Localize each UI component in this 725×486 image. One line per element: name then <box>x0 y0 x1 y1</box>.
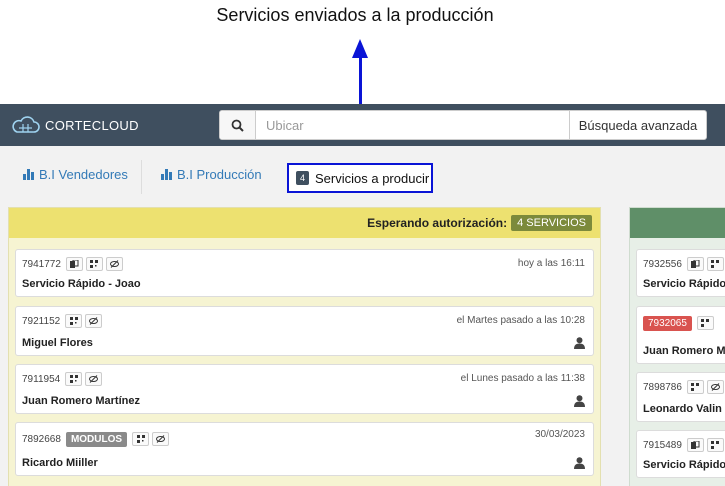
card-header: 7932065 <box>643 315 717 331</box>
tab-label: B.I Vendedores <box>39 166 128 182</box>
tab-servicios-a-producir[interactable]: 4 Servicios a producir <box>287 163 433 193</box>
card-client-name: Leonardo Valin <box>643 403 722 415</box>
column-title: Esperando autorización: <box>367 216 508 230</box>
card-header: 7921152 <box>22 313 105 329</box>
card-header: 7898786 <box>643 379 725 395</box>
service-card[interactable]: 7898786 Leonardo Valin <box>636 372 725 422</box>
card-id-red-badge: 7932065 <box>643 315 692 331</box>
column-waiting-authorization: Esperando autorización: 4 SERVICIOS 7941… <box>8 207 601 486</box>
service-card[interactable]: 7932065 Juan Romero M <box>636 306 725 364</box>
qr-icon[interactable] <box>686 380 704 394</box>
search-group: Búsqueda avanzada <box>219 110 707 140</box>
card-header: 7892668 MODULOS <box>22 431 172 447</box>
qr-icon[interactable] <box>85 257 103 271</box>
tab-label: Servicios a producir <box>315 170 430 186</box>
tab-label: B.I Producción <box>177 166 262 182</box>
card-id: 7892668 <box>22 433 61 445</box>
navbar: CORTECLOUD Búsqueda avanzada <box>0 104 725 146</box>
service-card[interactable]: 7915489 Servicio Rápido <box>636 430 725 478</box>
service-card[interactable]: 7932556 Servicio Rápido <box>636 249 725 297</box>
card-id: 7941772 <box>22 258 61 270</box>
app-window: CORTECLOUD Búsqueda avanzada <box>0 104 725 486</box>
qr-icon[interactable] <box>696 316 714 330</box>
copy-icon[interactable] <box>686 438 704 452</box>
search-icon-button[interactable] <box>220 111 256 139</box>
card-time: el Lunes pasado a las 11:38 <box>460 373 585 384</box>
search-input[interactable] <box>256 111 569 139</box>
card-header: 7915489 <box>643 437 725 453</box>
card-header: 7911954 <box>22 371 105 387</box>
card-id: 7921152 <box>22 315 61 327</box>
tab-divider <box>141 160 142 194</box>
user-icon <box>574 457 585 469</box>
eye-slash-icon[interactable] <box>706 380 724 394</box>
card-client-name: Servicio Rápido <box>643 459 725 471</box>
card-client-name: Servicio Rápido <box>643 278 725 290</box>
card-client-name: Juan Romero Martínez <box>22 395 140 407</box>
card-id: 7911954 <box>22 373 61 385</box>
card-id: 7932556 <box>643 258 682 270</box>
eye-slash-icon[interactable] <box>105 257 123 271</box>
bar-chart-icon <box>161 168 172 180</box>
modules-badge: MODULOS <box>65 431 128 447</box>
cloud-icon <box>12 116 40 133</box>
eye-slash-icon[interactable] <box>85 314 103 328</box>
user-icon <box>574 395 585 407</box>
column-second: 7932556 Servicio Rápido 7932065 Juan Rom… <box>629 207 725 486</box>
column-header <box>630 208 725 238</box>
qr-icon[interactable] <box>132 432 150 446</box>
logo[interactable]: CORTECLOUD <box>10 114 139 136</box>
card-client-name: Servicio Rápido - Joao <box>22 278 141 290</box>
tab-bi-produccion[interactable]: B.I Producción <box>161 164 262 184</box>
copy-icon[interactable] <box>686 257 704 271</box>
card-id: 7898786 <box>643 381 682 393</box>
copy-icon[interactable] <box>65 257 83 271</box>
qr-icon[interactable] <box>65 314 83 328</box>
eye-slash-icon[interactable] <box>152 432 170 446</box>
card-time: hoy a las 16:11 <box>517 258 585 269</box>
card-client-name: Juan Romero M <box>643 345 725 357</box>
card-header: 7932556 <box>643 256 725 272</box>
card-client-name: Ricardo Miiller <box>22 457 98 469</box>
service-card[interactable]: 7911954 el Lunes pasado a las 11:38 Juan… <box>15 364 594 414</box>
service-card[interactable]: 7941772 hoy a las 16:11 Servicio Rápido … <box>15 249 594 297</box>
qr-icon[interactable] <box>706 257 724 271</box>
tab-bi-vendedores[interactable]: B.I Vendedores <box>23 164 128 184</box>
column-header: Esperando autorización: 4 SERVICIOS <box>9 208 600 238</box>
card-header: 7941772 <box>22 256 126 272</box>
bar-chart-icon <box>23 168 34 180</box>
annotation-text: Servicios enviados a la producción <box>216 5 494 25</box>
card-client-name: Miguel Flores <box>22 337 93 349</box>
user-icon <box>574 337 585 349</box>
card-time: 30/03/2023 <box>534 429 585 440</box>
service-card[interactable]: 7892668 MODULOS 30/03/2023 Ricardo Miill… <box>15 422 594 476</box>
logo-text: CORTECLOUD <box>45 117 139 133</box>
card-time: el Martes pasado a las 10:28 <box>456 315 585 326</box>
qr-icon[interactable] <box>706 438 724 452</box>
eye-slash-icon[interactable] <box>85 372 103 386</box>
services-count-badge: 4 SERVICIOS <box>511 215 592 231</box>
advanced-search-button[interactable]: Búsqueda avanzada <box>569 111 706 139</box>
card-id: 7915489 <box>643 439 682 451</box>
count-badge: 4 <box>296 171 310 185</box>
qr-icon[interactable] <box>65 372 83 386</box>
search-icon <box>231 119 244 132</box>
service-card[interactable]: 7921152 el Martes pasado a las 10:28 Mig… <box>15 306 594 356</box>
